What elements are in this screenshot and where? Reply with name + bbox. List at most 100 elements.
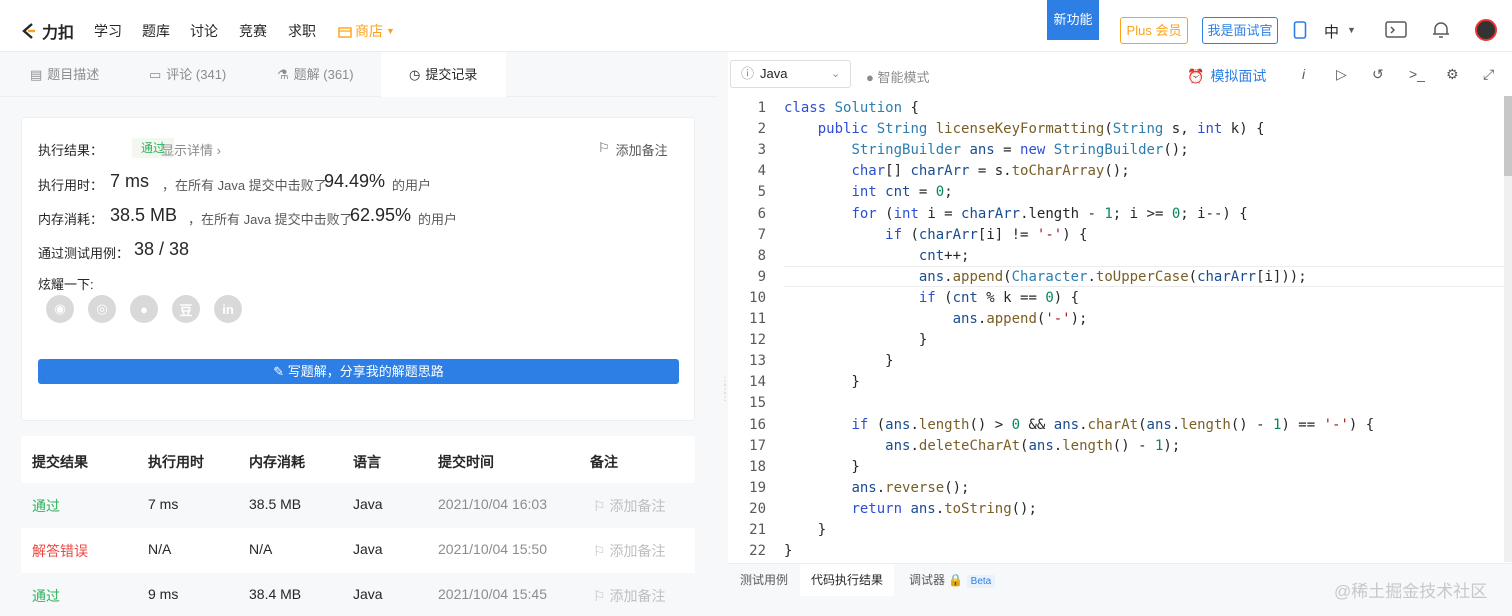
line-number: 4 bbox=[757, 163, 766, 180]
plus-member-button[interactable]: Plus 会员 bbox=[1120, 17, 1188, 44]
runtime-value: 7 ms bbox=[110, 171, 150, 191]
row-memory: N/A bbox=[249, 541, 273, 557]
bell-icon[interactable] bbox=[1431, 20, 1451, 40]
tab-solutions[interactable]: ⚗ 题解 (361) bbox=[277, 52, 354, 97]
row-add-note[interactable]: ⚐ 添加备注 bbox=[593, 541, 665, 561]
row-memory: 38.4 MB bbox=[249, 586, 302, 602]
new-feature-badge[interactable]: 新功能 bbox=[1047, 0, 1099, 40]
tab-debugger[interactable]: 调试器 🔒 Beta bbox=[909, 564, 996, 596]
row-result[interactable]: 解答错误 bbox=[32, 541, 88, 561]
qq-share-icon[interactable]: ● bbox=[130, 295, 158, 323]
mobile-icon[interactable] bbox=[1293, 21, 1307, 39]
row-note-label: 添加备注 bbox=[609, 498, 666, 514]
memory-label: 内存消耗： bbox=[38, 212, 104, 227]
info-italic-icon[interactable]: i bbox=[1302, 66, 1305, 82]
row-date: 2021/10/04 15:50 bbox=[438, 541, 547, 557]
code-text: } bbox=[784, 522, 827, 538]
lock-icon: 🔒 bbox=[948, 573, 964, 587]
row-language: Java bbox=[353, 496, 383, 512]
wechat-share-icon[interactable]: ◉ bbox=[46, 295, 74, 323]
tab-label: 题目描述 bbox=[47, 67, 100, 82]
app-root: 力扣 学习 题库 讨论 竞赛 求职 商店 ▼ 新功能 Plus 会员 我是面试官… bbox=[0, 0, 1512, 616]
table-row[interactable]: 解答错误 N/A N/A Java 2021/10/04 15:50 ⚐ 添加备… bbox=[21, 528, 695, 573]
tab-comments[interactable]: ▭ 评论 (341) bbox=[149, 52, 226, 97]
playground-icon[interactable] bbox=[1385, 20, 1407, 40]
line-number: 3 bbox=[757, 142, 766, 159]
row-runtime: N/A bbox=[148, 541, 172, 557]
tab-run-result[interactable]: 代码执行结果 bbox=[800, 564, 895, 596]
editor-scrollbar[interactable] bbox=[1504, 96, 1512, 562]
memory-tail: 的用户 bbox=[418, 212, 458, 227]
line-number: 17 bbox=[749, 437, 766, 454]
flag-icon: ⚐ bbox=[598, 140, 610, 155]
nav-link-contest[interactable]: 竞赛 bbox=[239, 21, 267, 41]
editor-toolbar: ⓘ Java ⌄ ● 智能模式 ⏰ 模拟面试 i ▷ ↺ >_ ⚙ ⤢ bbox=[728, 52, 1512, 96]
row-result[interactable]: 通过 bbox=[32, 496, 60, 516]
weibo-share-icon[interactable]: ◎ bbox=[88, 295, 116, 323]
line-number: 12 bbox=[749, 332, 766, 349]
mock-interview-button[interactable]: ⏰ 模拟面试 bbox=[1187, 66, 1266, 86]
submissions-table: 提交结果 执行用时 内存消耗 语言 提交时间 备注 通过 7 ms 38.5 M… bbox=[21, 436, 695, 616]
info-icon: ⓘ bbox=[741, 66, 755, 81]
row-result[interactable]: 通过 bbox=[32, 586, 60, 606]
row-date: 2021/10/04 16:03 bbox=[438, 496, 547, 512]
write-solution-button[interactable]: ✎ 写题解，分享我的解题思路 bbox=[38, 359, 679, 384]
language-select[interactable]: ⓘ Java ⌄ bbox=[730, 60, 851, 88]
linkedin-share-icon[interactable]: in bbox=[214, 295, 242, 323]
nav-link-problems[interactable]: 题库 bbox=[142, 21, 170, 41]
problem-tabs: ▤ 题目描述 ▭ 评论 (341) ⚗ 题解 (361) ◷ 提交记录 bbox=[0, 52, 718, 97]
tab-description[interactable]: ▤ 题目描述 bbox=[30, 52, 99, 97]
tab-testcase[interactable]: 测试用例 bbox=[740, 564, 788, 596]
show-details-link[interactable]: 显示详情 › bbox=[161, 140, 221, 159]
smart-mode-toggle[interactable]: ● 智能模式 bbox=[866, 67, 929, 86]
line-number: 13 bbox=[749, 353, 766, 370]
nav-link-discuss[interactable]: 讨论 bbox=[190, 21, 218, 41]
douban-share-icon[interactable]: 豆 bbox=[172, 295, 200, 323]
code-area[interactable]: 1 class Solution {2 public String license… bbox=[728, 96, 1504, 562]
run-icon[interactable]: ▷ bbox=[1336, 66, 1347, 83]
row-add-note[interactable]: ⚐ 添加备注 bbox=[593, 586, 665, 606]
tab-submissions[interactable]: ◷ 提交记录 bbox=[381, 52, 506, 97]
line-number: 10 bbox=[749, 289, 766, 306]
debugger-label: 调试器 bbox=[909, 573, 946, 587]
nav-link-jobs[interactable]: 求职 bbox=[288, 21, 316, 41]
memory-desc: ，在所有 Java 提交中击败了 bbox=[188, 212, 353, 227]
line-number: 11 bbox=[749, 311, 766, 327]
header-time: 提交时间 bbox=[438, 454, 494, 470]
logo[interactable]: 力扣 bbox=[20, 19, 74, 43]
row-language: Java bbox=[353, 541, 383, 557]
tab-label: 评论 (341) bbox=[166, 67, 227, 82]
share-label: 炫耀一下: bbox=[38, 277, 94, 292]
flag-icon: ⚐ bbox=[593, 543, 610, 559]
line-number: 8 bbox=[757, 247, 766, 264]
alarm-clock-icon: ⏰ bbox=[1187, 67, 1205, 84]
language-switch[interactable]: 中 bbox=[1324, 21, 1339, 42]
interviewer-button[interactable]: 我是面试官 bbox=[1202, 17, 1278, 44]
row-note-label: 添加备注 bbox=[609, 588, 666, 604]
settings-icon[interactable]: ⚙ bbox=[1446, 66, 1459, 83]
row-memory: 38.5 MB bbox=[249, 496, 302, 512]
row-add-note[interactable]: ⚐ 添加备注 bbox=[593, 496, 665, 516]
table-row[interactable]: 通过 9 ms 38.4 MB Java 2021/10/04 15:45 ⚐ … bbox=[21, 573, 695, 616]
nav-link-store[interactable]: 商店 ▼ bbox=[338, 21, 395, 41]
terminal-icon[interactable]: >_ bbox=[1409, 66, 1425, 82]
pane-resize-handle[interactable]: ⋮ ⋮ ⋮ bbox=[720, 377, 730, 418]
code-text: public String licenseKeyFormatting(Strin… bbox=[817, 121, 1265, 138]
add-note-button[interactable]: ⚐ 添加备注 bbox=[598, 140, 668, 159]
code-text: } bbox=[784, 458, 860, 475]
avatar[interactable] bbox=[1475, 19, 1497, 41]
code-text: if (charArr[i] != '-') { bbox=[885, 226, 1088, 243]
line-number: 9 bbox=[757, 268, 766, 285]
nav-link-learn[interactable]: 学习 bbox=[94, 21, 122, 41]
scrollbar-thumb[interactable] bbox=[1504, 96, 1512, 176]
reset-icon[interactable]: ↺ bbox=[1372, 66, 1384, 83]
memory-percent: 62.95% bbox=[350, 205, 412, 225]
tab-label: 提交记录 bbox=[425, 67, 478, 82]
table-row[interactable]: 通过 7 ms 38.5 MB Java 2021/10/04 16:03 ⚐ … bbox=[21, 483, 695, 528]
fullscreen-icon[interactable]: ⤢ bbox=[1483, 66, 1494, 83]
flag-icon: ⚐ bbox=[593, 498, 610, 514]
row-language: Java bbox=[353, 586, 383, 602]
line-number: 18 bbox=[749, 458, 766, 475]
code-text: } bbox=[784, 543, 793, 560]
code-text: class Solution { bbox=[784, 100, 919, 116]
